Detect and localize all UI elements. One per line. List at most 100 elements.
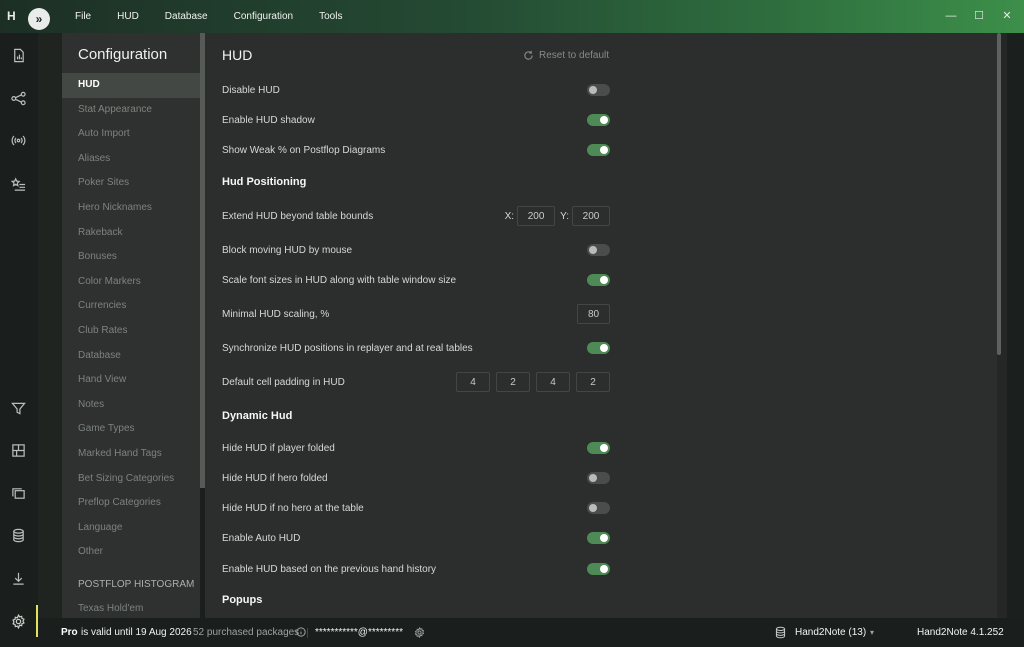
menu-hud[interactable]: HUD	[104, 0, 152, 33]
nav-item-aliases[interactable]: Aliases	[62, 147, 200, 172]
windows-icon[interactable]	[8, 483, 28, 503]
main-scrollbar-thumb[interactable]	[997, 33, 1001, 355]
padding-top-input[interactable]	[456, 372, 490, 392]
nav-item-marked-hand-tags[interactable]: Marked Hand Tags	[62, 442, 200, 467]
nav-item-preflop-categories[interactable]: Preflop Categories	[62, 491, 200, 516]
config-title: Configuration	[78, 46, 168, 63]
gear-icon[interactable]	[8, 611, 28, 631]
setting-label: Show Weak % on Postflop Diagrams	[222, 144, 386, 156]
setting-extend-hud: Extend HUD beyond table bounds X: Y:	[222, 206, 610, 226]
setting-label: Enable Auto HUD	[222, 532, 301, 544]
chevron-down-icon[interactable]: ▾	[870, 618, 874, 647]
x-label: X:	[504, 210, 515, 222]
nav-item-poker-sites[interactable]: Poker Sites	[62, 171, 200, 196]
minimize-button[interactable]: —	[937, 0, 965, 33]
menu-file[interactable]: File	[62, 0, 104, 33]
section-popups: Popups	[222, 594, 263, 606]
nav-item-notes[interactable]: Notes	[62, 393, 200, 418]
setting-scale-font: Scale font sizes in HUD along with table…	[222, 270, 610, 290]
y-offset-input[interactable]	[572, 206, 610, 226]
toggle-switch[interactable]	[587, 342, 610, 354]
padding-bottom-input[interactable]	[536, 372, 570, 392]
minimal-scaling-input[interactable]	[577, 304, 610, 324]
setting-auto-hud: Enable Auto HUD	[222, 528, 610, 548]
nav-item-stat-appearance[interactable]: Stat Appearance	[62, 98, 200, 123]
reset-icon	[524, 50, 533, 60]
toggle-switch[interactable]	[587, 244, 610, 256]
toggle-switch[interactable]	[587, 532, 610, 544]
right-gutter	[1007, 33, 1024, 618]
nav-item-hud[interactable]: HUD	[62, 73, 200, 98]
nav-item-hand-view[interactable]: Hand View	[62, 368, 200, 393]
filter-icon[interactable]	[8, 398, 28, 418]
database-selector-icon	[774, 618, 787, 647]
toggle-switch[interactable]	[587, 502, 610, 514]
x-offset-input[interactable]	[517, 206, 556, 226]
download-icon[interactable]	[8, 568, 28, 588]
menu-bar: File HUD Database Configuration Tools	[62, 0, 355, 33]
padding-right-input[interactable]	[496, 372, 530, 392]
nav-item-other[interactable]: Other	[62, 540, 200, 565]
nav-item-hero-nicknames[interactable]: Hero Nicknames	[62, 196, 200, 221]
setting-label: Hide HUD if hero folded	[222, 472, 328, 484]
broadcast-icon[interactable]	[8, 130, 28, 150]
setting-hide-player-folded: Hide HUD if player folded	[222, 438, 610, 458]
menu-configuration[interactable]: Configuration	[221, 0, 306, 33]
report-icon[interactable]	[8, 45, 28, 65]
setting-label: Default cell padding in HUD	[222, 376, 345, 388]
nav-item-rakeback[interactable]: Rakeback	[62, 221, 200, 246]
nav-item-texas-holdem[interactable]: Texas Hold'em	[62, 597, 200, 618]
setting-label: Minimal HUD scaling, %	[222, 308, 330, 320]
expand-sidebar-button[interactable]: »	[28, 8, 50, 30]
database-icon[interactable]	[8, 525, 28, 545]
nav-item-database[interactable]: Database	[62, 344, 200, 369]
database-selector[interactable]: Hand2Note (13)	[795, 618, 866, 647]
toggle-switch[interactable]	[587, 472, 610, 484]
info-icon[interactable]	[296, 618, 306, 647]
nav-item-club-rates[interactable]: Club Rates	[62, 319, 200, 344]
nav-item-bonuses[interactable]: Bonuses	[62, 245, 200, 270]
toggle-switch[interactable]	[587, 442, 610, 454]
toggle-switch[interactable]	[587, 144, 610, 156]
star-list-icon[interactable]	[8, 174, 28, 194]
close-button[interactable]: ✕	[993, 0, 1021, 33]
plan-badge: Pro	[61, 627, 78, 638]
setting-label: Enable HUD based on the previous hand hi…	[222, 563, 437, 575]
reset-to-default-button[interactable]: Reset to default	[523, 50, 609, 61]
nav-section-postflop-histogram: POSTFLOP HISTOGRAM	[78, 578, 195, 590]
setting-hide-hero-folded: Hide HUD if hero folded	[222, 468, 610, 488]
hud-settings-panel: HUD Reset to default Disable HUD Enable …	[205, 33, 997, 618]
setting-label: Hide HUD if player folded	[222, 442, 335, 454]
section-dynamic-hud: Dynamic Hud	[222, 410, 293, 422]
setting-hide-no-hero: Hide HUD if no hero at the table	[222, 498, 610, 518]
nav-item-color-markers[interactable]: Color Markers	[62, 270, 200, 295]
maximize-button[interactable]: ☐	[965, 0, 993, 33]
padding-left-input[interactable]	[576, 372, 610, 392]
nav-item-auto-import[interactable]: Auto Import	[62, 122, 200, 147]
padding-inputs	[456, 372, 610, 392]
nav-item-bet-sizing-categories[interactable]: Bet Sizing Categories	[62, 467, 200, 492]
toggle-switch[interactable]	[587, 84, 610, 96]
account-email[interactable]: ***********@*********	[315, 618, 403, 647]
nav-item-language[interactable]: Language	[62, 516, 200, 541]
setting-sync-positions: Synchronize HUD positions in replayer an…	[222, 338, 610, 358]
toggle-switch[interactable]	[587, 563, 610, 575]
share-nodes-icon[interactable]	[8, 88, 28, 108]
setting-label: Enable HUD shadow	[222, 114, 315, 126]
toggle-switch[interactable]	[587, 274, 610, 286]
setting-previous-hand: Enable HUD based on the previous hand hi…	[222, 559, 610, 579]
layout-icon[interactable]	[8, 440, 28, 460]
title-bar: H » File HUD Database Configuration Tool…	[0, 0, 1024, 33]
nav-item-game-types[interactable]: Game Types	[62, 417, 200, 442]
status-bar: Pro is valid until 19 Aug 2026 52 purcha…	[38, 618, 1024, 647]
y-label: Y:	[560, 210, 569, 222]
setting-block-moving: Block moving HUD by mouse	[222, 240, 610, 260]
menu-database[interactable]: Database	[152, 0, 221, 33]
account-settings-icon[interactable]	[414, 618, 425, 647]
setting-show-weak: Show Weak % on Postflop Diagrams	[222, 140, 610, 160]
setting-cell-padding: Default cell padding in HUD	[222, 372, 610, 392]
nav-item-currencies[interactable]: Currencies	[62, 294, 200, 319]
setting-minimal-scaling: Minimal HUD scaling, %	[222, 304, 610, 324]
toggle-switch[interactable]	[587, 114, 610, 126]
menu-tools[interactable]: Tools	[306, 0, 355, 33]
